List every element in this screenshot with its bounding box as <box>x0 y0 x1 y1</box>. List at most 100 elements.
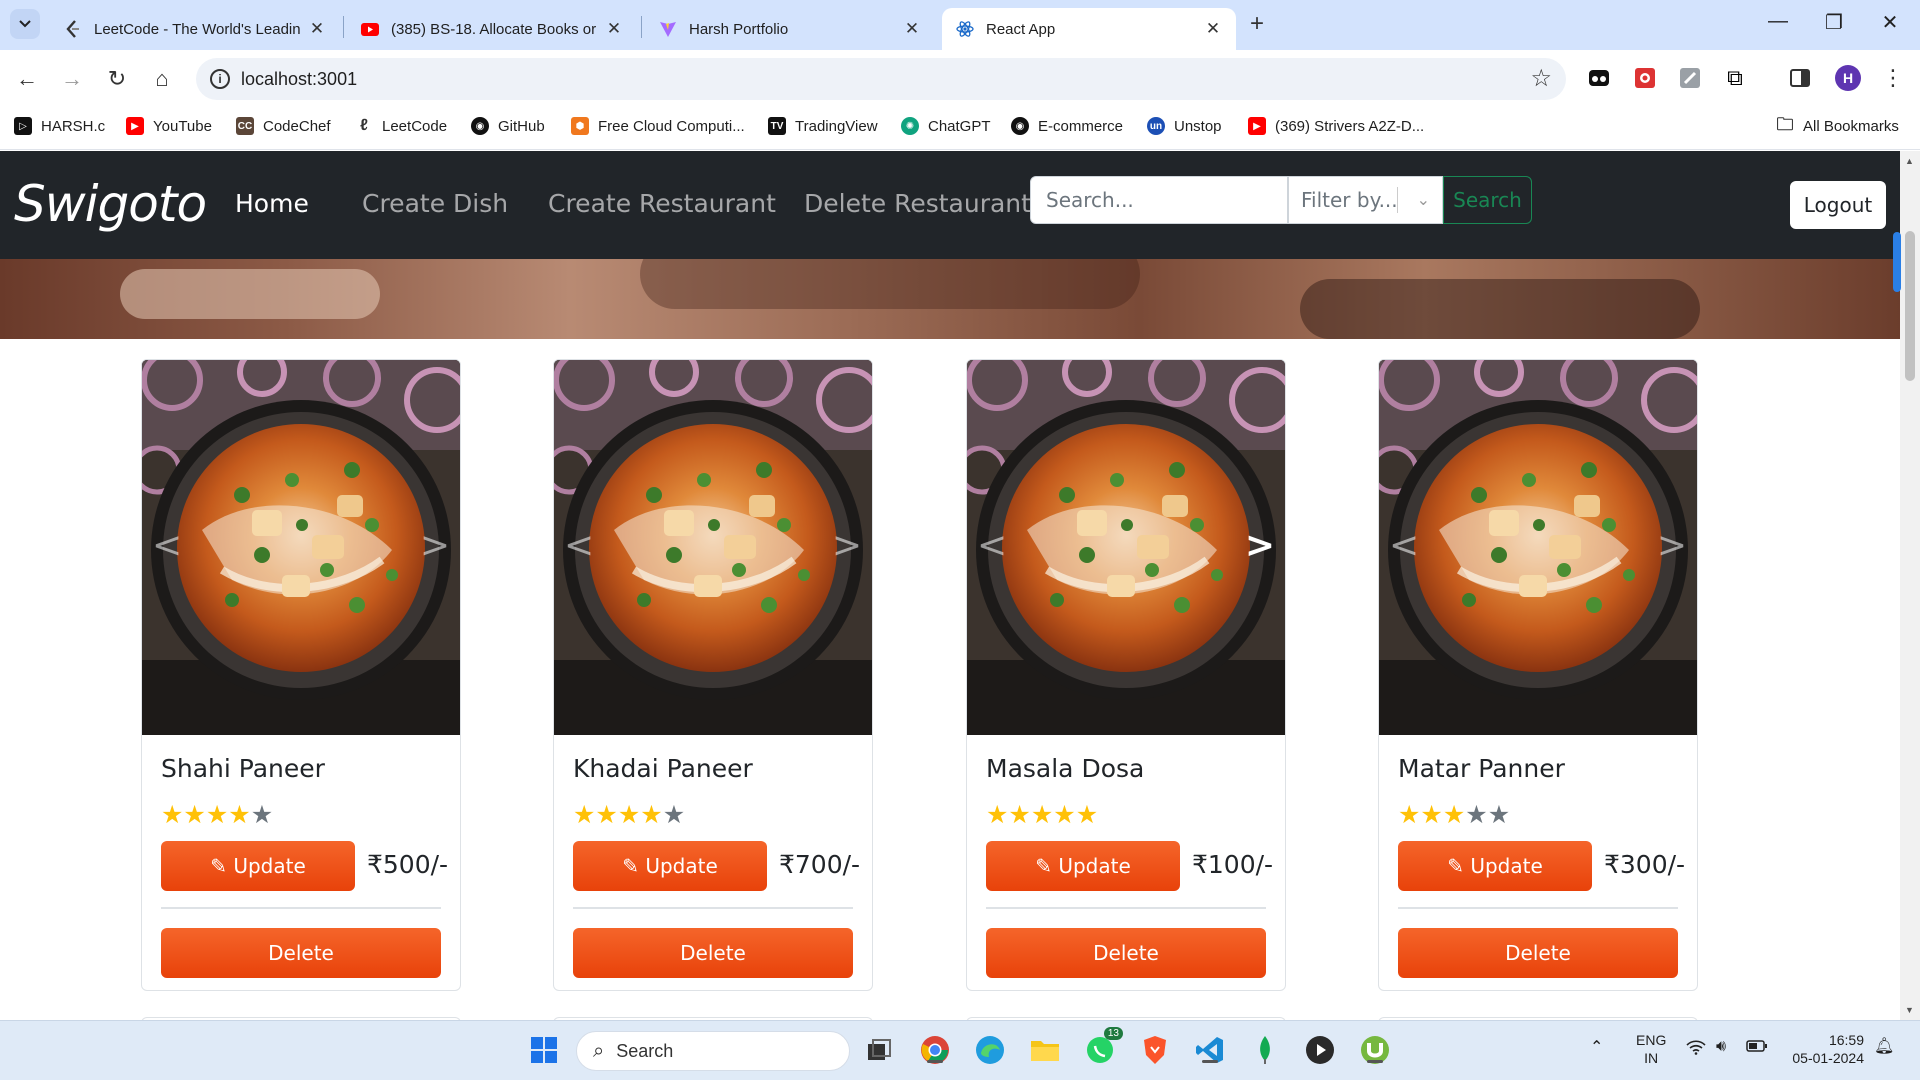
brave-icon[interactable] <box>1138 1033 1172 1067</box>
dish-image-carousel[interactable]: < > <box>967 360 1285 735</box>
star-filled-icon: ★ <box>1398 801 1421 829</box>
update-button[interactable]: ✎ Update <box>1398 841 1592 891</box>
dish-image-carousel[interactable]: < > <box>142 360 460 735</box>
search-input[interactable]: Search... <box>1030 176 1288 224</box>
search-button[interactable]: Search <box>1443 176 1532 224</box>
scroll-up-icon[interactable]: ▲ <box>1905 156 1914 166</box>
whatsapp-icon[interactable]: 13 <box>1083 1027 1123 1067</box>
tradingview-icon: TV <box>768 117 786 135</box>
carousel-next-icon[interactable]: > <box>1657 525 1687 566</box>
bookmark-free-cloud[interactable]: ⬢ Free Cloud Computi... <box>571 117 745 135</box>
tab-search-button[interactable] <box>10 9 40 39</box>
restore-icon[interactable]: ❐ <box>1814 10 1854 35</box>
carousel-prev-icon[interactable]: < <box>1389 525 1419 566</box>
nav-create-dish[interactable]: Create Dish <box>362 189 508 218</box>
bookmark-unstop[interactable]: un Unstop <box>1147 117 1222 135</box>
bookmark-youtube[interactable]: ▶ YouTube <box>126 117 212 135</box>
media-player-icon[interactable] <box>1303 1033 1337 1067</box>
battery-icon[interactable] <box>1746 1039 1768 1057</box>
volume-icon[interactable]: 🔊︎ <box>1716 1038 1726 1056</box>
language-indicator[interactable]: ENG IN <box>1636 1031 1666 1067</box>
address-bar[interactable]: i localhost:3001 ☆ <box>196 58 1566 100</box>
browser-tab-react-app[interactable]: React App ✕ <box>942 8 1236 50</box>
bookmark-leetcode[interactable]: ℓ LeetCode <box>355 117 447 135</box>
vscode-icon[interactable] <box>1193 1033 1227 1067</box>
carousel-prev-icon[interactable]: < <box>152 525 182 566</box>
carousel-prev-icon[interactable]: < <box>564 525 594 566</box>
nav-delete-restaurant[interactable]: Delete Restaurant <box>804 189 1031 218</box>
bookmark-label: E-commerce <box>1038 117 1124 135</box>
vite-icon <box>659 20 677 38</box>
close-window-icon[interactable]: ✕ <box>1870 10 1910 35</box>
wifi-icon[interactable] <box>1686 1039 1706 1060</box>
tab-close-icon[interactable]: ✕ <box>1204 19 1222 39</box>
profile-avatar[interactable]: H <box>1835 65 1861 91</box>
back-icon[interactable]: ← <box>12 64 42 94</box>
taskbar-search[interactable]: ⌕ Search <box>576 1031 850 1071</box>
nav-create-restaurant[interactable]: Create Restaurant <box>548 189 776 218</box>
page-scrollbar[interactable]: ▲ ▼ <box>1900 151 1920 1020</box>
extension-grey-icon[interactable] <box>1677 65 1703 91</box>
site-info-icon[interactable]: i <box>210 69 230 89</box>
browser-tab-portfolio[interactable]: Harsh Portfolio ✕ <box>645 8 935 50</box>
more-menu-icon[interactable]: ⋮ <box>1880 65 1906 91</box>
new-tab-button[interactable]: + <box>1242 10 1272 38</box>
bookmark-harsh[interactable]: ▷ HARSH.c <box>14 117 105 135</box>
tab-close-icon[interactable]: ✕ <box>308 19 326 39</box>
windows-taskbar: ⌕ Search 13 ⌃ ENG IN 🔊︎ 16:59 05-01-2024… <box>0 1020 1920 1080</box>
delete-button[interactable]: Delete <box>161 928 441 978</box>
scrollbar-thumb[interactable] <box>1905 231 1915 381</box>
delete-button[interactable]: Delete <box>573 928 853 978</box>
update-button[interactable]: ✎ Update <box>986 841 1180 891</box>
extension-glasses-icon[interactable] <box>1586 65 1612 91</box>
carousel-next-icon[interactable]: > <box>420 525 450 566</box>
star-filled-icon: ★ <box>1030 801 1054 829</box>
carousel-next-icon[interactable]: > <box>1245 525 1275 566</box>
update-button[interactable]: ✎ Update <box>573 841 767 891</box>
extensions-puzzle-icon[interactable]: ⧉ <box>1722 65 1748 91</box>
all-bookmarks-button[interactable]: 🗀 All Bookmarks <box>1776 115 1899 135</box>
bookmark-star-icon[interactable]: ☆ <box>1530 64 1552 93</box>
bookmark-strivers[interactable]: ▶ (369) Strivers A2Z-D... <box>1248 117 1424 135</box>
bookmark-tradingview[interactable]: TV TradingView <box>768 117 878 135</box>
delete-button[interactable]: Delete <box>986 928 1266 978</box>
file-explorer-icon[interactable] <box>1028 1033 1062 1067</box>
update-button[interactable]: ✎ Update <box>161 841 355 891</box>
forward-icon[interactable]: → <box>57 64 87 94</box>
minimize-icon[interactable]: — <box>1758 10 1798 33</box>
star-filled-icon: ★ <box>617 801 641 829</box>
logout-button[interactable]: Logout <box>1790 181 1886 229</box>
tray-overflow-icon[interactable]: ⌃ <box>1590 1039 1603 1057</box>
bookmark-github[interactable]: ◉ GitHub <box>471 117 545 135</box>
aws-icon: ⬢ <box>571 117 589 135</box>
notification-bell-icon[interactable]: 🔔︎ <box>1874 1038 1894 1056</box>
reload-icon[interactable]: ↻ <box>102 64 132 94</box>
browser-tab-leetcode[interactable]: LeetCode - The World's Leading ✕ <box>50 8 340 50</box>
bookmark-codechef[interactable]: CC CodeChef <box>236 117 331 135</box>
delete-button[interactable]: Delete <box>1398 928 1678 978</box>
dish-image-carousel[interactable]: < > <box>1379 360 1697 735</box>
brand-logo[interactable]: Swigoto <box>14 175 207 233</box>
torrent-icon[interactable] <box>1358 1033 1392 1067</box>
carousel-prev-icon[interactable]: < <box>977 525 1007 566</box>
bookmark-chatgpt[interactable]: ✺ ChatGPT <box>901 117 991 135</box>
side-panel-icon[interactable] <box>1787 65 1813 91</box>
unstop-icon: un <box>1147 117 1165 135</box>
carousel-next-icon[interactable]: > <box>832 525 862 566</box>
edge-icon[interactable] <box>973 1033 1007 1067</box>
task-view-icon[interactable] <box>862 1033 896 1067</box>
tab-close-icon[interactable]: ✕ <box>605 19 623 39</box>
mongodb-icon[interactable] <box>1248 1033 1282 1067</box>
bookmark-ecommerce[interactable]: ◉ E-commerce <box>1011 117 1123 135</box>
scroll-down-icon[interactable]: ▼ <box>1905 1005 1914 1015</box>
browser-tab-youtube[interactable]: (385) BS-18. Allocate Books or B ✕ <box>347 8 637 50</box>
home-icon[interactable]: ⌂ <box>147 64 177 94</box>
extension-red-icon[interactable] <box>1632 65 1658 91</box>
tab-close-icon[interactable]: ✕ <box>903 19 921 39</box>
dish-image-carousel[interactable]: < > <box>554 360 872 735</box>
clock[interactable]: 16:59 05-01-2024 <box>1784 1031 1864 1067</box>
filter-select[interactable]: Filter by... ⌄ <box>1288 176 1443 224</box>
chrome-icon[interactable] <box>918 1033 952 1067</box>
windows-start-icon[interactable] <box>527 1033 561 1067</box>
nav-home[interactable]: Home <box>235 189 309 218</box>
